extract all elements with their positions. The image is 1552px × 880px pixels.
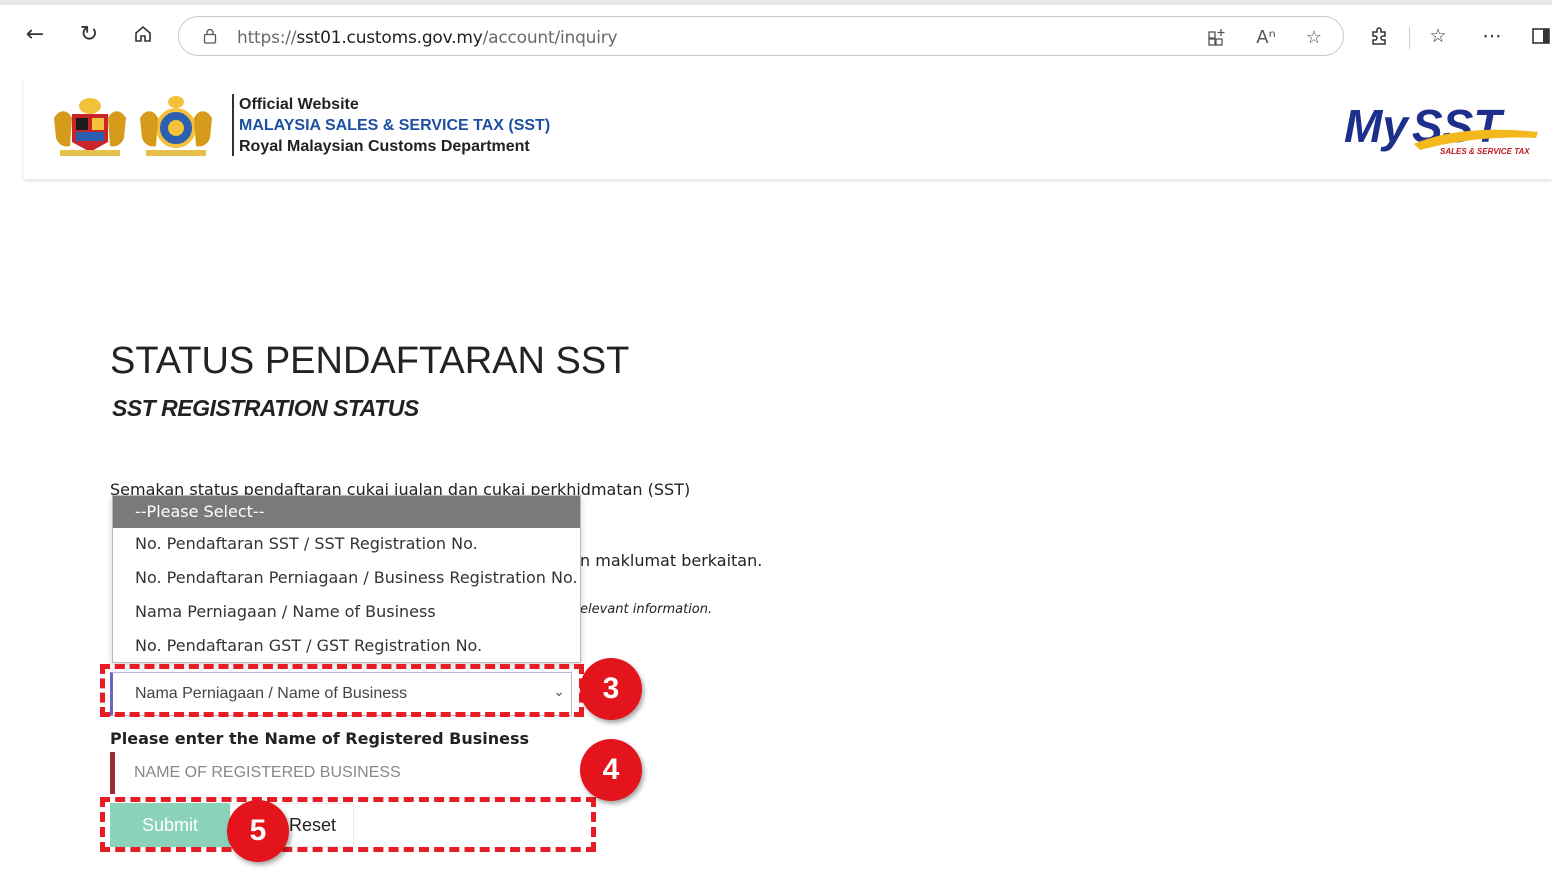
favorites-list-icon[interactable]: ☆: [1425, 23, 1451, 49]
dropdown-option-business-name[interactable]: Nama Perniagaan / Name of Business: [113, 596, 580, 630]
description-text-partial-italic: elevant information.: [580, 602, 713, 617]
sidebar-icon[interactable]: [1530, 23, 1552, 49]
business-name-input[interactable]: [110, 752, 580, 794]
dropdown-option-business-registration[interactable]: No. Pendaftaran Perniagaan / Business Re…: [113, 562, 580, 596]
dropdown-option-placeholder[interactable]: --Please Select--: [113, 496, 580, 528]
header-divider: [232, 94, 234, 156]
annotation-highlight-buttons: [100, 797, 596, 852]
home-icon[interactable]: [128, 19, 158, 49]
dropdown-option-gst-registration[interactable]: No. Pendaftaran GST / GST Registration N…: [113, 630, 580, 664]
customs-crest-logo: [140, 96, 212, 156]
favorite-star-icon[interactable]: ☆: [1302, 25, 1326, 49]
svg-text:SALES & SERVICE TAX: SALES & SERVICE TAX: [1440, 147, 1530, 156]
svg-text:My: My: [1344, 100, 1410, 152]
page-subtitle: SST REGISTRATION STATUS: [112, 395, 419, 421]
add-app-icon[interactable]: [1205, 25, 1229, 49]
step-badge-3: 3: [580, 658, 642, 720]
lock-icon[interactable]: [203, 28, 217, 44]
address-bar[interactable]: https://sst01.customs.gov.my/account/inq…: [178, 16, 1344, 56]
more-icon[interactable]: ⋯: [1479, 23, 1505, 49]
step-badge-5: 5: [227, 800, 289, 862]
site-header: Official Website MALAYSIA SALES & SERVIC…: [24, 78, 1552, 179]
dropdown-option-sst-registration[interactable]: No. Pendaftaran SST / SST Registration N…: [113, 528, 580, 562]
back-arrow-icon[interactable]: ←: [20, 19, 50, 49]
description-text-partial: n maklumat berkaitan.: [580, 551, 763, 570]
header-sst-label: MALAYSIA SALES & SERVICE TAX (SST): [239, 117, 551, 134]
toolbar-divider: [1409, 27, 1410, 49]
malaysia-coat-of-arms-logo: [54, 98, 126, 156]
refresh-icon[interactable]: ↻: [74, 19, 104, 49]
step-badge-4: 4: [580, 739, 642, 801]
url-text[interactable]: https://sst01.customs.gov.my/account/inq…: [237, 28, 618, 48]
browser-toolbar: ← ↻ https://sst01.customs.gov.my/account…: [0, 0, 1552, 66]
search-type-dropdown-list[interactable]: --Please Select-- No. Pendaftaran SST / …: [112, 495, 581, 663]
header-official-label: Official Website: [239, 96, 359, 113]
page-title: STATUS PENDAFTARAN SST: [110, 340, 630, 382]
site-header-text: Official Website MALAYSIA SALES & SERVIC…: [239, 94, 550, 157]
header-department-label: Royal Malaysian Customs Department: [239, 138, 530, 155]
annotation-highlight-select: [100, 664, 584, 717]
business-name-label: Please enter the Name of Registered Busi…: [110, 729, 530, 748]
extensions-icon[interactable]: [1366, 23, 1392, 49]
mysst-logo: My SST SALES & SERVICE TAX: [1344, 100, 1538, 156]
read-aloud-icon[interactable]: Aⁿ: [1254, 25, 1278, 49]
